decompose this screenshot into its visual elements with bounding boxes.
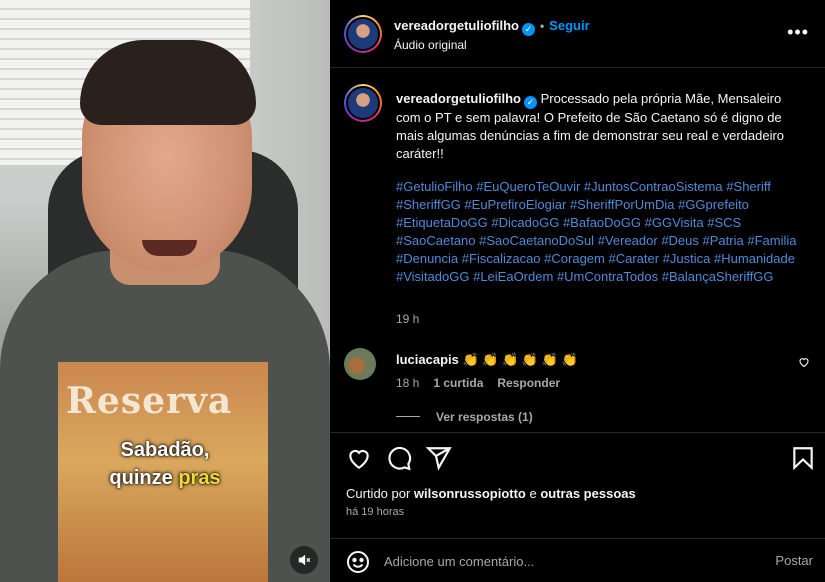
bookmark-icon[interactable]: [790, 445, 816, 471]
post-header: vereadorgetuliofilho ✓ • Seguir Áudio origi…: [330, 0, 825, 68]
hashtag-link[interactable]: #Coragem: [544, 251, 605, 266]
comment-likes[interactable]: 1 curtida: [433, 376, 483, 390]
hashtag-link[interactable]: #GGprefeito: [678, 197, 749, 212]
hashtag-link[interactable]: #VisitadoGG: [396, 269, 469, 284]
caption-text: vereadorgetuliofilho ✓ Processado pela pr…: [396, 90, 806, 163]
hashtag-link[interactable]: #EtiquetaDoGG: [396, 215, 488, 230]
post-comment-button[interactable]: Postar: [775, 553, 813, 568]
liked-by-user[interactable]: wilsonrussopiotto: [414, 486, 526, 501]
post-date: há 19 horas: [346, 506, 405, 518]
hashtag-link[interactable]: #UmContraTodos: [557, 269, 658, 284]
hashtag-link[interactable]: #EuQueroTeOuvir: [476, 179, 580, 194]
mouth: [142, 240, 197, 256]
shirt-print-text: Reserva: [66, 380, 233, 422]
verified-icon: ✓: [523, 96, 537, 109]
caption-avatar[interactable]: [344, 84, 382, 122]
hashtag-link[interactable]: #Patria: [703, 233, 744, 248]
hashtag-link[interactable]: #Humanidade: [714, 251, 795, 266]
comment-meta: 18 h 1 curtida Responder: [396, 376, 560, 390]
comment-icon[interactable]: [386, 445, 412, 471]
avatar-image: [346, 86, 380, 120]
comment-heart-icon[interactable]: [798, 356, 810, 368]
mute-icon: [298, 554, 311, 566]
hashtag-link[interactable]: #Denuncia: [396, 251, 458, 266]
hashtag-link[interactable]: #Familia: [747, 233, 796, 248]
caption-line-2-text: quinze: [109, 467, 179, 489]
caption-line-2: quinze pras: [0, 464, 330, 492]
share-icon[interactable]: [426, 445, 452, 471]
liked-by-others[interactable]: outras pessoas: [540, 486, 635, 501]
liked-by-middle: e: [525, 486, 541, 501]
hashtag-link[interactable]: #SCS: [707, 215, 741, 230]
liked-by-prefix: Curtido por: [346, 486, 414, 501]
hashtag-link[interactable]: #GGVisita: [645, 215, 704, 230]
hashtag-link[interactable]: #BafaoDoGG: [563, 215, 641, 230]
comment-text: luciacapis 👏 👏 👏 👏 👏 👏: [396, 352, 578, 368]
mute-button[interactable]: [290, 546, 318, 574]
commenter-avatar[interactable]: [344, 348, 376, 380]
comment-box: Postar: [330, 538, 825, 582]
audio-label[interactable]: Áudio original: [394, 38, 467, 52]
hashtag-link[interactable]: #Deus: [661, 233, 699, 248]
hashtag-link[interactable]: #EuPrefiroElogiar: [464, 197, 566, 212]
hashtag-link[interactable]: #Vereador: [598, 233, 658, 248]
reel-video[interactable]: Reserva Sabadão, quinze pras: [0, 0, 330, 582]
emoji-icon[interactable]: [346, 550, 370, 574]
hashtag-link[interactable]: #GetulioFilho: [396, 179, 473, 194]
view-replies-button[interactable]: Ver respostas (1): [396, 410, 533, 424]
more-icon[interactable]: •••: [787, 22, 809, 43]
replies-line: [396, 416, 420, 417]
hashtag-link[interactable]: #SheriffGG: [396, 197, 461, 212]
liked-by: Curtido por wilsonrussopiotto e outras p…: [346, 486, 636, 501]
hair: [80, 40, 256, 125]
hashtag-link[interactable]: #Justica: [663, 251, 711, 266]
post-panel: vereadorgetuliofilho ✓ • Seguir Áudio origi…: [330, 0, 825, 582]
comment-input[interactable]: [384, 549, 744, 573]
hashtag-link[interactable]: #BalançaSheriffGG: [662, 269, 774, 284]
hashtag-link[interactable]: #SaoCaetano: [396, 233, 476, 248]
hashtag-link[interactable]: #JuntosContraoSistema: [584, 179, 723, 194]
header-username[interactable]: vereadorgetuliofilho: [394, 18, 519, 33]
follow-button[interactable]: Seguir: [549, 18, 589, 33]
view-replies-label: Ver respostas (1): [436, 410, 533, 424]
hashtag-link[interactable]: #DicadoGG: [491, 215, 559, 230]
separator: •: [539, 19, 545, 33]
comment-body: 👏 👏 👏 👏 👏 👏: [462, 352, 578, 367]
comment-time: 18 h: [396, 376, 420, 390]
hashtag-link[interactable]: #SheriffPorUmDia: [570, 197, 675, 212]
caption-username[interactable]: vereadorgetuliofilho: [396, 91, 521, 106]
video-caption: Sabadão, quinze pras: [0, 436, 330, 492]
hashtag-link[interactable]: #Fiscalizacao: [462, 251, 541, 266]
action-bar: [330, 432, 825, 482]
caption-time: 19 h: [396, 312, 420, 326]
avatar[interactable]: [344, 15, 382, 53]
hashtag-list: #GetulioFilho #EuQueroTeOuvir #JuntosCon…: [396, 178, 806, 286]
hashtag-link[interactable]: #SaoCaetanoDoSul: [479, 233, 594, 248]
avatar-image: [346, 17, 380, 51]
reply-button[interactable]: Responder: [497, 376, 560, 390]
caption-line-1: Sabadão,: [120, 439, 210, 461]
header-user-row: vereadorgetuliofilho ✓ • Seguir: [394, 18, 590, 36]
hashtag-link[interactable]: #LeiEaOrdem: [473, 269, 553, 284]
heart-icon[interactable]: [346, 445, 372, 471]
hashtag-link[interactable]: #Sheriff: [726, 179, 771, 194]
caption-highlight: pras: [178, 467, 221, 489]
hashtag-link[interactable]: #Carater: [609, 251, 660, 266]
verified-icon: ✓: [521, 23, 535, 36]
commenter-username[interactable]: luciacapis: [396, 352, 459, 367]
